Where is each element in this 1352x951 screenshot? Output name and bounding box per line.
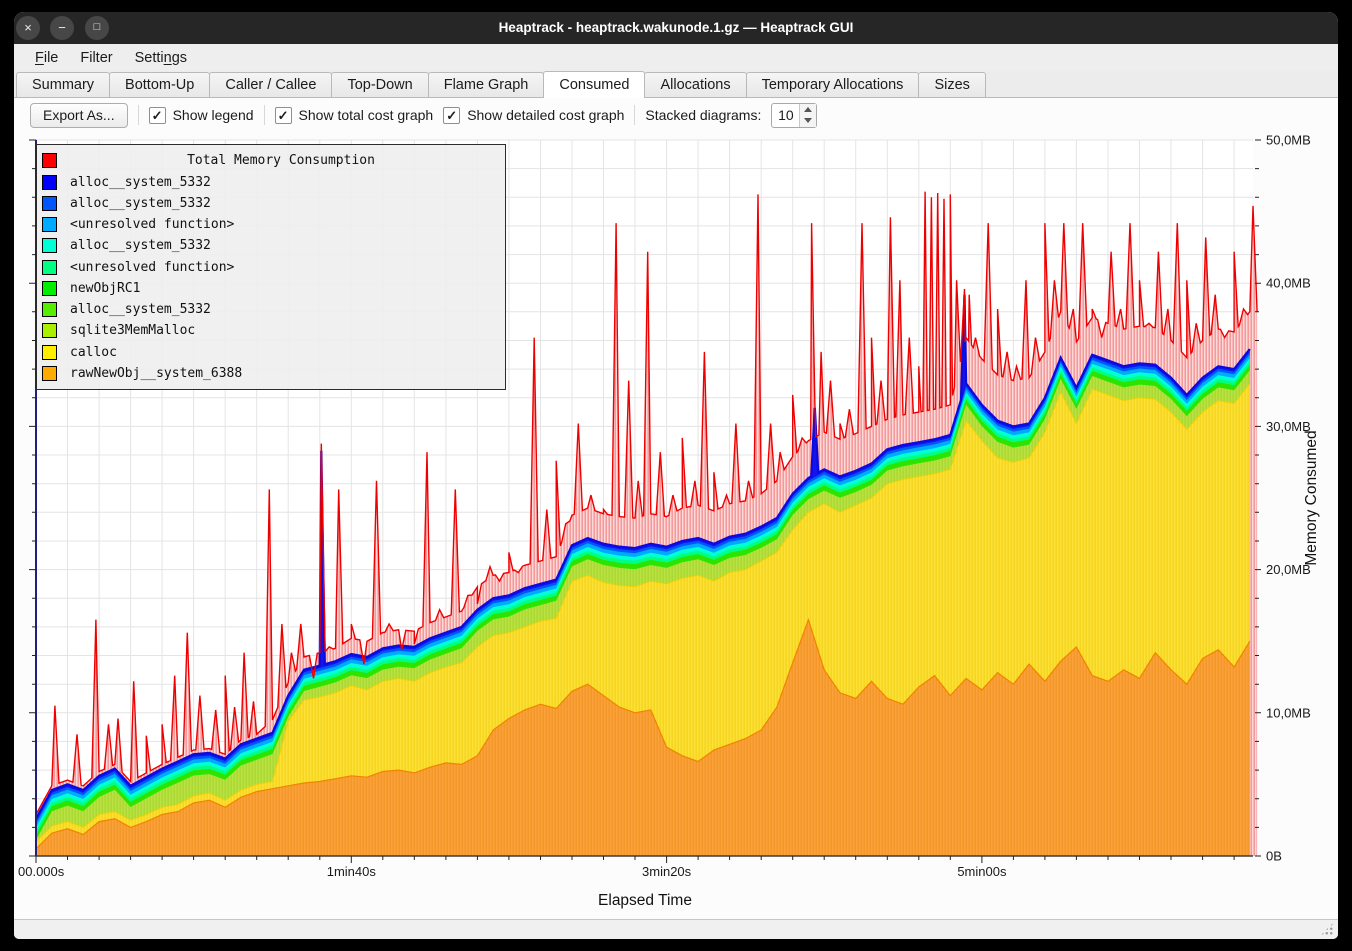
- spinner-buttons: [799, 104, 816, 127]
- legend-item-alloc-system-5332: alloc__system_5332: [37, 302, 505, 317]
- legend-label: alloc__system_5332: [70, 238, 211, 253]
- checkbox-label: Show total cost graph: [299, 107, 434, 123]
- legend-title-row: Total Memory Consumption: [37, 153, 505, 168]
- tab-bar: SummaryBottom-UpCaller / CalleeTop-DownF…: [14, 71, 1338, 98]
- legend-item-alloc-system-5332: alloc__system_5332: [37, 196, 505, 211]
- tab-allocations[interactable]: Allocations: [644, 72, 746, 98]
- export-as-button[interactable]: Export As...: [30, 103, 128, 128]
- svg-text:5min00s: 5min00s: [957, 864, 1007, 879]
- stacked-diagrams-label: Stacked diagrams:: [645, 107, 761, 123]
- resize-grip-icon[interactable]: [1320, 922, 1334, 936]
- legend-label: Total Memory Consumption: [57, 153, 505, 168]
- checkbox-show-total-cost-graph[interactable]: ✓ Show total cost graph: [275, 107, 434, 124]
- toolbar: Export As... ✓ Show legend ✓ Show total cos…: [14, 98, 1338, 132]
- legend-label: newObjRC1: [70, 281, 140, 296]
- svg-text:10,0MB: 10,0MB: [1266, 705, 1311, 720]
- tab-consumed[interactable]: Consumed: [543, 71, 645, 98]
- legend-swatch-icon: [42, 153, 57, 168]
- legend-label: <unresolved function>: [70, 260, 234, 275]
- legend-swatch-icon: [42, 260, 57, 275]
- stacked-diagrams-value[interactable]: 10: [772, 104, 799, 127]
- menu-item-file[interactable]: File: [24, 50, 69, 66]
- spin-up-icon[interactable]: [800, 104, 816, 116]
- tab-top-down[interactable]: Top-Down: [331, 72, 428, 98]
- legend-item-newobjrc1: newObjRC1: [37, 281, 505, 296]
- stacked-diagrams-stepper[interactable]: 10: [771, 103, 817, 128]
- desktop: { "window": { "title": "Heaptrack - heap…: [0, 0, 1352, 951]
- legend-swatch-icon: [42, 345, 57, 360]
- toolbar-separator: [138, 105, 139, 125]
- checkbox-show-detailed-cost-graph[interactable]: ✓ Show detailed cost graph: [443, 107, 624, 124]
- checkbox-label: Show detailed cost graph: [467, 107, 624, 123]
- toolbar-checkboxes: ✓ Show legend ✓ Show total cost graph ✓ Show …: [138, 105, 625, 125]
- chart-legend: Total Memory Consumption alloc__system_53…: [36, 144, 506, 390]
- menu-item-settings[interactable]: Settings: [124, 50, 198, 66]
- menu-bar: FileFilterSettings: [14, 44, 1338, 71]
- legend-item-sqlite3memmalloc: sqlite3MemMalloc: [37, 323, 505, 338]
- close-icon[interactable]: ×: [16, 16, 40, 40]
- spin-down-icon[interactable]: [800, 115, 816, 127]
- svg-text:Elapsed Time: Elapsed Time: [598, 892, 692, 909]
- maximize-icon[interactable]: □: [85, 16, 109, 40]
- legend-swatch-icon: [42, 217, 57, 232]
- legend-item-alloc-system-5332: alloc__system_5332: [37, 238, 505, 253]
- legend-swatch-icon: [42, 196, 57, 211]
- legend-item-unresolved-function: <unresolved function>: [37, 217, 505, 232]
- title-bar[interactable]: × − □ Heaptrack - heaptrack.wakunode.1.g…: [14, 12, 1338, 44]
- svg-text:1min40s: 1min40s: [327, 864, 377, 879]
- legend-label: alloc__system_5332: [70, 175, 211, 190]
- checkbox-icon[interactable]: ✓: [275, 107, 292, 124]
- legend-item-rawnewobj-system-6388: rawNewObj__system_6388: [37, 366, 505, 381]
- legend-item-calloc: calloc: [37, 345, 505, 360]
- tab-temporary-allocations[interactable]: Temporary Allocations: [746, 72, 920, 98]
- window-title: Heaptrack - heaptrack.wakunode.1.gz — He…: [14, 12, 1338, 44]
- tab-flame-graph[interactable]: Flame Graph: [428, 72, 545, 98]
- legend-label: sqlite3MemMalloc: [70, 323, 195, 338]
- legend-label: rawNewObj__system_6388: [70, 366, 242, 381]
- tab-bottom-up[interactable]: Bottom-Up: [109, 72, 210, 98]
- minimize-icon[interactable]: −: [50, 16, 74, 40]
- svg-text:50,0MB: 50,0MB: [1266, 133, 1311, 148]
- legend-label: alloc__system_5332: [70, 196, 211, 211]
- svg-text:00.000s: 00.000s: [18, 864, 65, 879]
- legend-label: calloc: [70, 345, 117, 360]
- legend-swatch-icon: [42, 302, 57, 317]
- legend-item-unresolved-function: <unresolved function>: [37, 260, 505, 275]
- menu-item-filter[interactable]: Filter: [69, 50, 123, 66]
- checkbox-icon[interactable]: ✓: [149, 107, 166, 124]
- tab-sizes[interactable]: Sizes: [918, 72, 985, 98]
- tab-summary[interactable]: Summary: [16, 72, 110, 98]
- legend-swatch-icon: [42, 238, 57, 253]
- svg-text:40,0MB: 40,0MB: [1266, 276, 1311, 291]
- legend-label: alloc__system_5332: [70, 302, 211, 317]
- chart-area: 0B10,0MB20,0MB30,0MB40,0MB50,0MB00.000s1…: [14, 132, 1338, 919]
- legend-swatch-icon: [42, 366, 57, 381]
- svg-text:0B: 0B: [1266, 849, 1282, 864]
- legend-swatch-icon: [42, 281, 57, 296]
- svg-text:Memory Consumed: Memory Consumed: [1303, 430, 1320, 565]
- toolbar-separator: [264, 105, 265, 125]
- legend-label: <unresolved function>: [70, 217, 234, 232]
- toolbar-separator: [634, 105, 635, 125]
- tab-caller-callee[interactable]: Caller / Callee: [209, 72, 332, 98]
- legend-swatch-icon: [42, 175, 57, 190]
- legend-item-alloc-system-5332: alloc__system_5332: [37, 175, 505, 190]
- app-window: × − □ Heaptrack - heaptrack.wakunode.1.g…: [14, 12, 1338, 939]
- checkbox-icon[interactable]: ✓: [443, 107, 460, 124]
- svg-text:3min20s: 3min20s: [642, 864, 692, 879]
- checkbox-label: Show legend: [173, 107, 254, 123]
- status-bar: [14, 919, 1338, 939]
- checkbox-show-legend[interactable]: ✓ Show legend: [149, 107, 254, 124]
- legend-swatch-icon: [42, 323, 57, 338]
